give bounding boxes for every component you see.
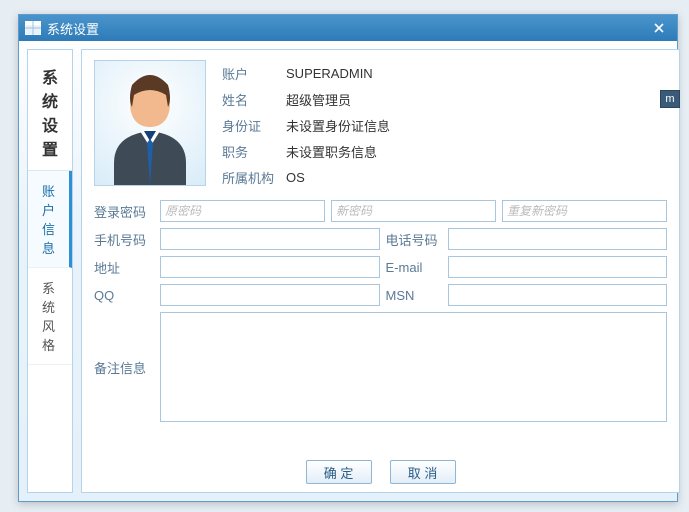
old-password-input[interactable]: [160, 200, 325, 222]
info-label: 账户: [222, 64, 286, 83]
settings-window: 系统设置 系统设置 账户信息 系统风格 m: [18, 14, 678, 502]
sidebar-item-label: 账户信息: [42, 184, 55, 256]
info-value: 超级管理员: [286, 90, 351, 109]
sidebar: 系统设置 账户信息 系统风格: [27, 49, 73, 493]
info-label: 身份证: [222, 116, 286, 135]
mobile-input[interactable]: [160, 228, 380, 250]
form-area: 登录密码 手机号码 电话号码 地址 E-mail: [94, 200, 667, 452]
msn-label: MSN: [386, 288, 442, 303]
avatar: [94, 60, 206, 186]
ok-button[interactable]: 确 定: [306, 460, 372, 484]
address-label: 地址: [94, 258, 154, 277]
login-pw-label: 登录密码: [94, 202, 154, 221]
sidebar-heading: 系统设置: [28, 50, 72, 171]
info-label: 姓名: [222, 90, 286, 109]
phone-input[interactable]: [448, 228, 668, 250]
info-value: 未设置身份证信息: [286, 116, 390, 135]
window-title: 系统设置: [47, 19, 99, 38]
sidebar-item-label: 系统风格: [42, 281, 55, 353]
info-value: SUPERADMIN: [286, 66, 373, 81]
close-button[interactable]: [647, 19, 671, 37]
remarks-label: 备注信息: [94, 358, 154, 377]
window-icon: [25, 21, 41, 35]
email-input[interactable]: [448, 256, 668, 278]
new-password-input[interactable]: [331, 200, 496, 222]
avatar-icon: [100, 67, 200, 185]
email-label: E-mail: [386, 260, 442, 275]
sidebar-item-account[interactable]: 账户信息: [28, 171, 72, 268]
window-body: 系统设置 账户信息 系统风格 m: [19, 41, 677, 501]
phone-label: 电话号码: [386, 230, 442, 249]
qq-input[interactable]: [160, 284, 380, 306]
qq-label: QQ: [94, 288, 154, 303]
address-input[interactable]: [160, 256, 380, 278]
info-value: OS: [286, 170, 305, 185]
info-label: 所属机构: [222, 168, 286, 187]
titlebar[interactable]: 系统设置: [19, 15, 677, 41]
content-panel: m 账户SUPERADMIN 姓名超级管理员 身份证未设置身份证信息: [81, 49, 680, 493]
repeat-password-input[interactable]: [502, 200, 667, 222]
dialog-footer: 确 定 取 消: [94, 452, 667, 484]
mobile-label: 手机号码: [94, 230, 154, 249]
info-value: 未设置职务信息: [286, 142, 377, 161]
cancel-button[interactable]: 取 消: [390, 460, 456, 484]
sidebar-item-style[interactable]: 系统风格: [28, 268, 72, 365]
info-table: 账户SUPERADMIN 姓名超级管理员 身份证未设置身份证信息 职务未设置职务…: [222, 60, 667, 190]
close-icon: [654, 23, 664, 33]
msn-input[interactable]: [448, 284, 668, 306]
side-badge[interactable]: m: [660, 90, 680, 108]
remarks-textarea[interactable]: [160, 312, 667, 422]
info-label: 职务: [222, 142, 286, 161]
